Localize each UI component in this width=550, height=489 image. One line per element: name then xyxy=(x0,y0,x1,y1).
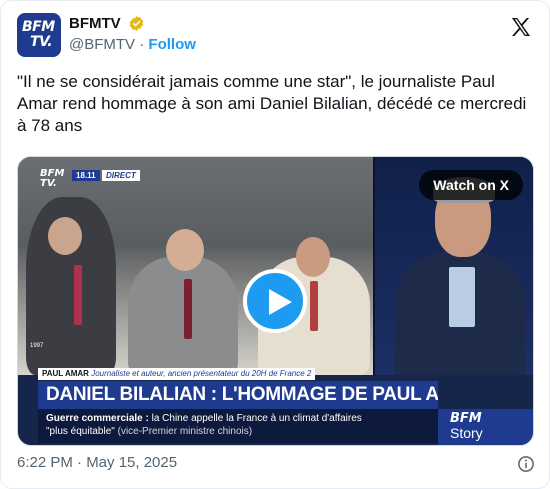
verified-badge-icon xyxy=(129,16,144,32)
news-ticker: Guerre commerciale : la Chine appelle la… xyxy=(38,409,438,443)
channel-logo-line2: TV. xyxy=(40,178,57,189)
x-logo-icon[interactable] xyxy=(509,15,533,39)
display-name[interactable]: BFMTV xyxy=(69,15,121,32)
ticker-label: Guerre commerciale : xyxy=(46,413,149,424)
video-player[interactable]: 1997 BFM TV. 18.11 DIRECT Watch on X PAU… xyxy=(17,156,534,446)
archive-year-label: 1997 xyxy=(30,343,44,349)
story-logo-line2: Story xyxy=(450,425,483,441)
ticker-quote: "plus équitable" xyxy=(46,426,115,437)
follow-button[interactable]: Follow xyxy=(148,36,196,53)
headline-banner: DANIEL BILALIAN : L'HOMMAGE DE PAUL AMAR xyxy=(38,381,438,409)
separator-dot: · xyxy=(139,36,145,53)
play-button[interactable] xyxy=(243,269,307,333)
direct-badge: DIRECT xyxy=(102,170,140,181)
handle[interactable]: @BFMTV xyxy=(69,36,135,53)
watch-on-x-button[interactable]: Watch on X xyxy=(419,170,523,200)
speaker-title: Journaliste et auteur, ancien présentate… xyxy=(91,369,312,378)
author-info: BFMTV @BFMTV · Follow xyxy=(69,15,196,53)
story-logo-line1: BFM xyxy=(450,411,482,426)
avatar-logo-line1: BFM xyxy=(22,19,55,35)
speaker-name: PAUL AMAR xyxy=(42,369,89,378)
avatar-logo-line2: TV. xyxy=(30,34,53,50)
speaker-caption: PAUL AMAR Journaliste et auteur, ancien … xyxy=(38,368,316,380)
avatar[interactable]: BFM TV. xyxy=(17,13,61,57)
play-icon xyxy=(269,289,292,315)
timestamp[interactable]: 6:22 PM · May 15, 2025 xyxy=(17,454,177,471)
archive-photo: 1997 xyxy=(18,157,373,375)
ticker-source: (vice-Premier ministre chinois) xyxy=(117,426,253,437)
channel-logo: BFM TV. xyxy=(40,169,64,189)
info-icon[interactable] xyxy=(517,455,535,473)
time-badge: 18.11 xyxy=(72,170,100,181)
ticker-text: la Chine appelle la France à un climat d… xyxy=(151,413,362,424)
tweet-text: "Il ne se considérait jamais comme une s… xyxy=(17,72,527,135)
tweet-header: BFM TV. BFMTV @BFMTV · Follow xyxy=(17,13,535,57)
bfm-story-logo: BFM Story xyxy=(438,409,533,445)
tweet-footer: 6:22 PM · May 15, 2025 xyxy=(17,454,535,474)
tweet-card[interactable]: BFM TV. BFMTV @BFMTV · Follow "Il ne se … xyxy=(0,0,550,489)
